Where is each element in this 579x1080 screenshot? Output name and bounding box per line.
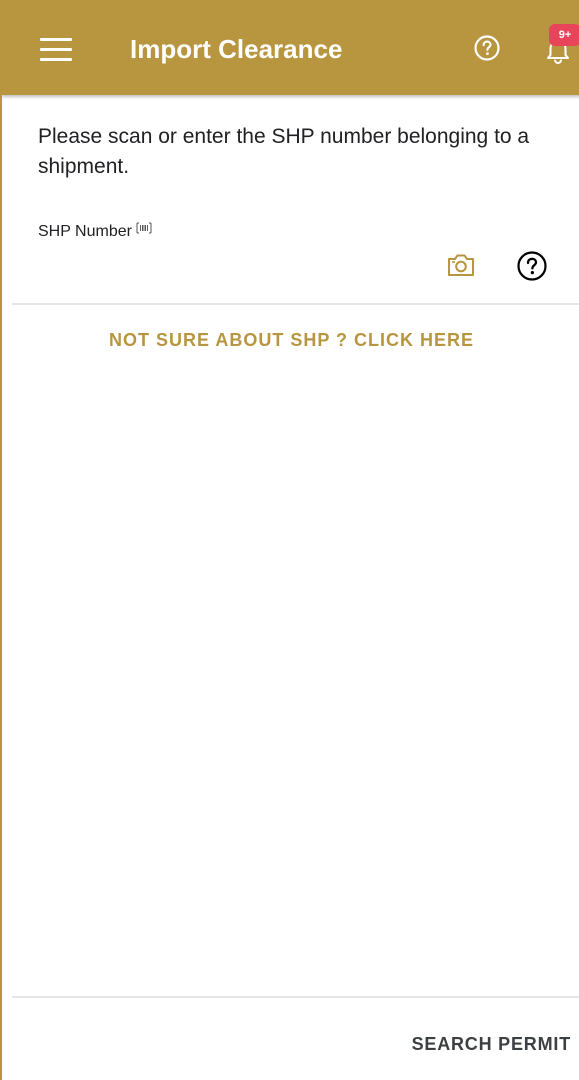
hamburger-menu-icon[interactable]: [40, 38, 74, 64]
barcode-icon: [136, 222, 152, 234]
camera-icon[interactable]: [446, 252, 476, 278]
search-permit-button[interactable]: SEARCH PERMIT: [412, 1032, 571, 1056]
instruction-text: Please scan or enter the SHP number belo…: [38, 125, 530, 178]
shp-number-input[interactable]: [38, 248, 428, 284]
app-bar: Import Clearance 9+: [2, 0, 579, 95]
help-circle-icon[interactable]: [473, 34, 501, 62]
form-divider: [12, 303, 579, 305]
not-sure-shp-link[interactable]: NOT SURE ABOUT SHP ? CLICK HERE: [2, 328, 579, 352]
page-title: Import Clearance: [130, 34, 343, 64]
shp-help-icon[interactable]: [516, 250, 548, 282]
notification-badge[interactable]: 9+: [549, 24, 579, 46]
shp-field-label-row: SHP Number: [38, 222, 152, 242]
footer-divider: [12, 996, 579, 998]
shp-field-label: SHP Number: [38, 223, 132, 240]
app-screen: Import Clearance 9+ Please scan or enter…: [0, 0, 579, 1080]
